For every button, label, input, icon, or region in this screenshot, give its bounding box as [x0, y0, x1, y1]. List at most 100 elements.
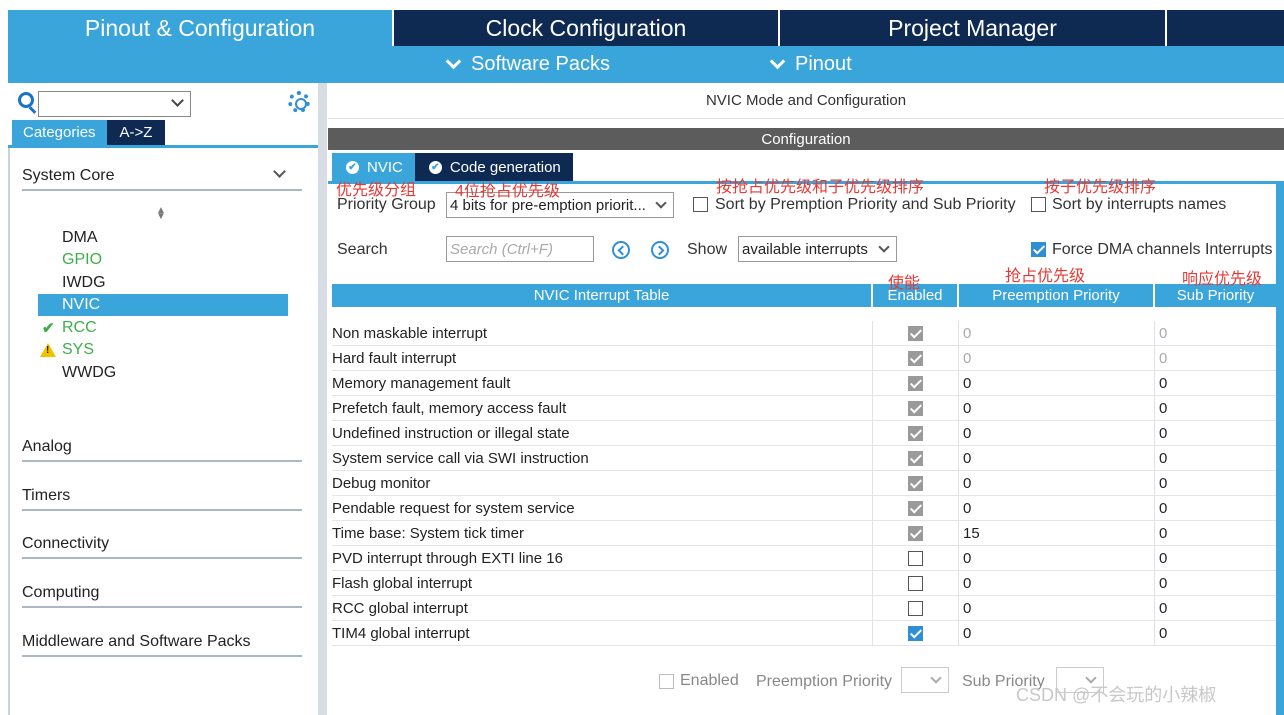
peripheral-item-rcc[interactable]: ✔ RCC [38, 317, 288, 339]
column-header-preemption[interactable]: Preemption Priority [959, 284, 1155, 307]
table-row[interactable]: Debug monitor 0 0 [332, 471, 1276, 496]
preemption-priority-cell[interactable]: 0 [959, 321, 1155, 345]
enabled-checkbox[interactable] [908, 475, 923, 491]
table-row[interactable]: Time base: System tick timer 15 0 [332, 521, 1276, 546]
sub-priority-cell[interactable]: 0 [1155, 471, 1276, 495]
tab-clock-configuration[interactable]: Clock Configuration [394, 10, 780, 46]
group-label: Computing [22, 584, 100, 601]
enabled-checkbox[interactable] [908, 525, 923, 541]
enabled-checkbox[interactable] [908, 550, 923, 566]
force-dma-checkbox[interactable] [1031, 242, 1046, 257]
enabled-checkbox[interactable] [908, 425, 923, 441]
table-row[interactable]: Undefined instruction or illegal state 0 0 [332, 421, 1276, 446]
sub-priority-cell[interactable]: 0 [1155, 346, 1276, 370]
scrollbar[interactable] [318, 83, 327, 715]
table-row[interactable]: Pendable request for system service 0 0 [332, 496, 1276, 521]
table-row[interactable]: Hard fault interrupt 0 0 [332, 346, 1276, 371]
peripheral-item-iwdg[interactable]: IWDG [38, 272, 288, 294]
preemption-priority-cell[interactable]: 0 [959, 371, 1155, 395]
preemption-priority-cell[interactable]: 15 [959, 521, 1155, 545]
pinout-menu[interactable]: Pinout [768, 46, 852, 83]
group-label: Connectivity [22, 535, 110, 552]
tab-pinout-configuration[interactable]: Pinout & Configuration [8, 10, 394, 46]
preemption-priority-cell[interactable]: 0 [959, 596, 1155, 620]
group-middleware[interactable]: Middleware and Software Packs [22, 629, 361, 657]
table-row[interactable]: Memory management fault 0 0 [332, 371, 1276, 396]
sub-priority-cell[interactable]: 0 [1155, 371, 1276, 395]
tab-a-to-z[interactable]: A->Z [106, 120, 166, 145]
preemption-priority-cell[interactable]: 0 [959, 421, 1155, 445]
interrupt-name: System service call via SWI instruction [332, 446, 873, 470]
enabled-checkbox[interactable] [908, 350, 923, 366]
group-timers[interactable]: Timers [22, 483, 361, 511]
search-combo[interactable] [38, 91, 191, 117]
sub-priority-cell[interactable]: 0 [1155, 546, 1276, 570]
enabled-checkbox[interactable] [908, 400, 923, 416]
enabled-checkbox[interactable] [908, 600, 923, 616]
table-row[interactable]: RCC global interrupt 0 0 [332, 596, 1276, 621]
peripheral-item-wwdg[interactable]: WWDG [38, 362, 288, 384]
group-analog[interactable]: Analog [22, 434, 361, 462]
tab-tools[interactable] [1167, 10, 1284, 46]
show-filter-value: available interrupts [742, 240, 868, 258]
enabled-checkbox[interactable] [908, 625, 923, 641]
sort-names-checkbox[interactable] [1031, 197, 1046, 212]
enabled-checkbox[interactable] [908, 575, 923, 591]
gear-icon[interactable] [288, 91, 310, 113]
show-filter-select[interactable]: available interrupts [738, 236, 897, 262]
sort-premption-checkbox[interactable] [693, 197, 708, 212]
column-header-name[interactable]: NVIC Interrupt Table [332, 284, 873, 307]
peripheral-item-dma[interactable]: DMA [38, 227, 288, 249]
table-row[interactable]: Flash global interrupt 0 0 [332, 571, 1276, 596]
preemption-priority-cell[interactable]: 0 [959, 621, 1155, 645]
preemption-priority-cell[interactable]: 0 [959, 496, 1155, 520]
table-row[interactable]: Non maskable interrupt 0 0 [332, 321, 1276, 346]
table-row[interactable]: System service call via SWI instruction 0… [332, 446, 1276, 471]
enabled-cell [873, 571, 959, 595]
row-enabled-checkbox[interactable] [659, 674, 674, 689]
group-connectivity[interactable]: Connectivity [22, 531, 361, 559]
table-row[interactable]: TIM4 global interrupt 0 0 [332, 621, 1276, 646]
enabled-checkbox[interactable] [908, 375, 923, 391]
peripheral-item-sys[interactable]: SYS [38, 339, 288, 361]
sub-priority-cell[interactable]: 0 [1155, 571, 1276, 595]
sub-priority-cell[interactable]: 0 [1155, 521, 1276, 545]
search-next-icon[interactable] [651, 241, 669, 259]
enabled-checkbox[interactable] [908, 500, 923, 516]
sub-priority-cell[interactable]: 0 [1155, 396, 1276, 420]
tab-categories[interactable]: Categories [12, 120, 107, 145]
preemption-priority-cell[interactable]: 0 [959, 571, 1155, 595]
enabled-cell [873, 621, 959, 645]
group-system-core[interactable]: System Core [22, 163, 302, 191]
preemption-priority-cell[interactable]: 0 [959, 471, 1155, 495]
preemption-priority-cell[interactable]: 0 [959, 446, 1155, 470]
preemption-priority-cell[interactable]: 0 [959, 346, 1155, 370]
sub-priority-cell[interactable]: 0 [1155, 321, 1276, 345]
sub-priority-cell[interactable]: 0 [1155, 621, 1276, 645]
interrupt-search-input[interactable]: Search (Ctrl+F) [446, 236, 594, 262]
preemption-priority-cell[interactable]: 0 [959, 396, 1155, 420]
scrollbar[interactable] [1276, 184, 1284, 715]
sort-icon[interactable]: ▲ ▼ [156, 206, 166, 222]
table-row[interactable]: PVD interrupt through EXTI line 16 0 0 [332, 546, 1276, 571]
annotation-response: 响应优先级 [1182, 271, 1263, 288]
chevron-down-icon [878, 241, 890, 253]
software-packs-menu[interactable]: Software Packs [444, 46, 610, 83]
nvic-table-header: NVIC Interrupt Table Enabled Preemption … [332, 284, 1276, 307]
peripheral-item-nvic[interactable]: NVIC [38, 294, 288, 316]
search-icon[interactable] [18, 92, 34, 108]
peripheral-item-gpio[interactable]: GPIO [38, 249, 288, 271]
bottom-preemption-select[interactable] [901, 667, 949, 693]
sub-priority-cell[interactable]: 0 [1155, 446, 1276, 470]
search-previous-icon[interactable] [612, 241, 630, 259]
chevron-down-icon [171, 94, 184, 107]
tab-project-manager[interactable]: Project Manager [780, 10, 1167, 46]
preemption-priority-cell[interactable]: 0 [959, 546, 1155, 570]
group-computing[interactable]: Computing [22, 580, 361, 608]
enabled-checkbox[interactable] [908, 450, 923, 466]
enabled-checkbox[interactable] [908, 325, 923, 341]
sub-priority-cell[interactable]: 0 [1155, 496, 1276, 520]
sub-priority-cell[interactable]: 0 [1155, 596, 1276, 620]
table-row[interactable]: Prefetch fault, memory access fault 0 0 [332, 396, 1276, 421]
sub-priority-cell[interactable]: 0 [1155, 421, 1276, 445]
